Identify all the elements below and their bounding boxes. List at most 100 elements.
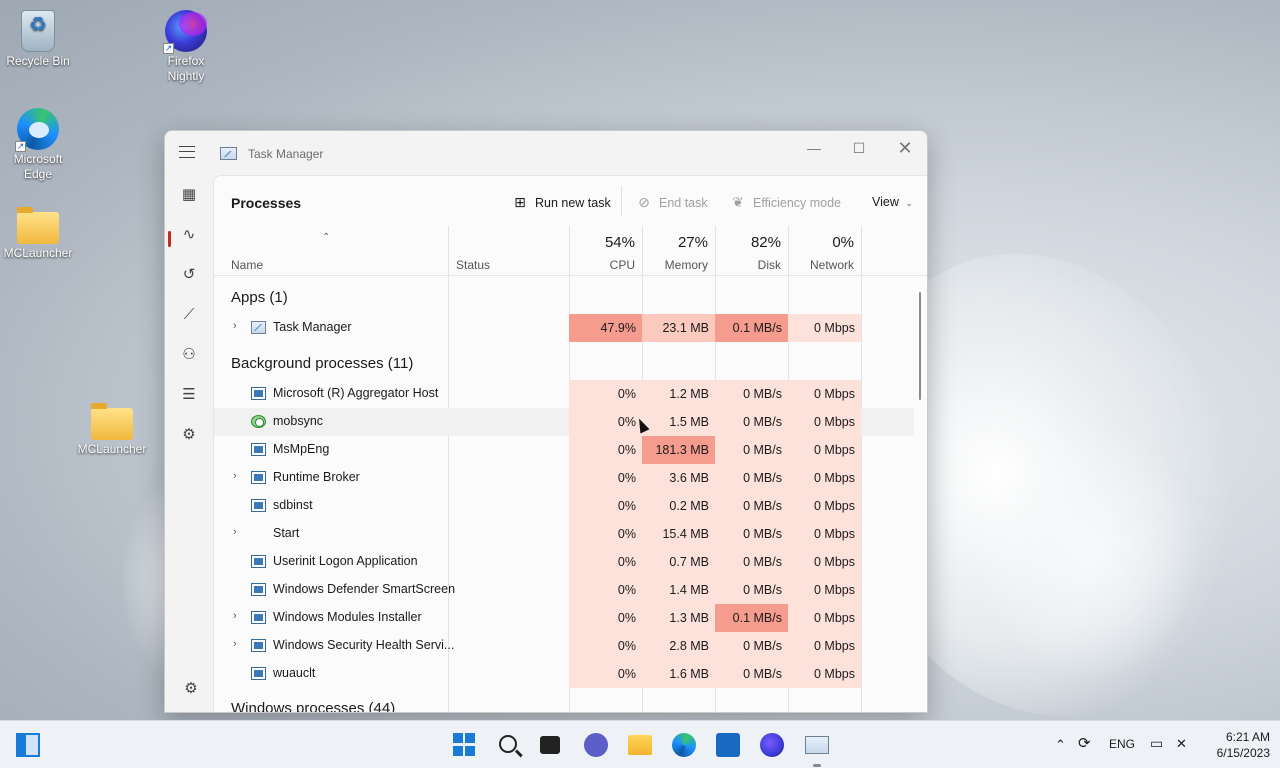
minimize-button[interactable]: — bbox=[792, 135, 836, 165]
shortcut-arrow-icon: ↗ bbox=[15, 141, 26, 152]
process-icon bbox=[251, 555, 266, 568]
start-button-icon[interactable] bbox=[453, 733, 477, 757]
memory-cell: 1.4 MB bbox=[642, 576, 715, 604]
process-row[interactable]: sdbinst 0% 0.2 MB 0 MB/s 0 Mbps bbox=[214, 492, 914, 520]
close-button[interactable]: ✕ bbox=[883, 135, 927, 165]
process-row[interactable]: mobsync 0% 1.5 MB 0 MB/s 0 Mbps bbox=[214, 408, 914, 436]
disk-cell: 0 MB/s bbox=[715, 660, 788, 688]
process-row[interactable]: wuauclt 0% 1.6 MB 0 MB/s 0 Mbps bbox=[214, 660, 914, 688]
run-new-task-button[interactable]: ⊞ Run new task bbox=[511, 193, 611, 213]
task-view-icon[interactable] bbox=[540, 736, 560, 754]
clock[interactable]: 6:21 AM 6/15/2023 bbox=[1190, 729, 1270, 761]
disk-cell: 0 MB/s bbox=[715, 464, 788, 492]
memory-cell: 0.7 MB bbox=[642, 548, 715, 576]
maximize-button[interactable]: ☐ bbox=[837, 135, 881, 165]
network-cell: 0 Mbps bbox=[788, 464, 861, 492]
vertical-scrollbar[interactable] bbox=[919, 292, 921, 400]
column-cpu[interactable]: CPU bbox=[569, 258, 635, 272]
column-name[interactable]: Name bbox=[231, 258, 263, 272]
memory-cell: 3.6 MB bbox=[642, 464, 715, 492]
process-icon bbox=[251, 499, 266, 512]
end-task-button[interactable]: ⊘ End task bbox=[635, 193, 708, 213]
network-cell: 0 Mbps bbox=[788, 520, 861, 548]
process-row[interactable]: › Start 0% 15.4 MB 0 MB/s 0 Mbps bbox=[214, 520, 914, 548]
nav-performance-icon[interactable]: ∿ bbox=[177, 223, 201, 247]
view-dropdown[interactable]: View ⌄ bbox=[872, 193, 913, 213]
process-icon bbox=[251, 583, 266, 596]
language-indicator[interactable]: ENG bbox=[1109, 737, 1135, 751]
cpu-cell: 0% bbox=[569, 408, 642, 436]
sync-icon[interactable]: ⟳ bbox=[1078, 734, 1091, 752]
memory-cell: 181.3 MB bbox=[642, 436, 715, 464]
task-manager-window: Task Manager — ☐ ✕ ▦ ∿ ↺ ⟋ ⚇ ☰ ⚙ ⚙ Proce… bbox=[164, 130, 928, 713]
store-icon[interactable] bbox=[716, 733, 740, 757]
file-explorer-icon[interactable] bbox=[628, 735, 652, 755]
expand-chevron-icon[interactable]: › bbox=[233, 610, 237, 622]
firefox-nightly-icon: ↗ bbox=[163, 10, 207, 54]
chevron-down-icon: ⌄ bbox=[905, 198, 913, 208]
end-task-icon: ⊘ bbox=[638, 194, 650, 210]
settings-gear-icon[interactable]: ⚙ bbox=[179, 677, 203, 701]
cpu-cell: 0% bbox=[569, 380, 642, 408]
process-row[interactable]: Microsoft (R) Aggregator Host 0% 1.2 MB … bbox=[214, 380, 914, 408]
column-memory[interactable]: Memory bbox=[642, 258, 708, 272]
process-row[interactable]: MsMpEng 0% 181.3 MB 0 MB/s 0 Mbps bbox=[214, 436, 914, 464]
group-header-windows[interactable]: Windows processes (44) bbox=[231, 700, 395, 712]
nav-processes-icon[interactable]: ▦ bbox=[177, 183, 201, 207]
edge-icon: ↗ bbox=[15, 108, 59, 152]
desktop-icon-firefox-nightly[interactable]: ↗ Firefox Nightly bbox=[148, 10, 224, 84]
expand-chevron-icon[interactable]: › bbox=[233, 526, 237, 538]
process-row[interactable]: Userinit Logon Application 0% 0.7 MB 0 M… bbox=[214, 548, 914, 576]
task-manager-app-icon bbox=[220, 147, 237, 160]
desktop-icon-label: Firefox Nightly bbox=[167, 54, 205, 83]
network-cell: 0 Mbps bbox=[788, 314, 861, 342]
expand-chevron-icon[interactable]: › bbox=[233, 638, 237, 650]
add-task-icon: ⊞ bbox=[514, 194, 526, 210]
title-bar[interactable]: Task Manager — ☐ ✕ bbox=[165, 131, 927, 175]
task-manager-taskbar-icon[interactable] bbox=[805, 736, 829, 754]
nav-services-icon[interactable]: ⚙ bbox=[177, 423, 201, 447]
nav-details-icon[interactable]: ☰ bbox=[177, 383, 201, 407]
column-header: ⌃ Name Status 54% CPU 27% Memory 82% Dis… bbox=[214, 226, 927, 276]
column-status[interactable]: Status bbox=[456, 258, 490, 272]
network-icon[interactable]: ▭ bbox=[1150, 735, 1163, 752]
cpu-cell: 47.9% bbox=[569, 314, 642, 342]
desktop-icon-microsoft-edge[interactable]: ↗ Microsoft Edge bbox=[0, 108, 76, 182]
efficiency-mode-button[interactable]: ❦ Efficiency mode bbox=[729, 193, 841, 213]
process-row[interactable]: › Task Manager 47.9% 23.1 MB 0.1 MB/s 0 … bbox=[214, 314, 914, 342]
column-network[interactable]: Network bbox=[788, 258, 854, 272]
clock-date: 6/15/2023 bbox=[1216, 746, 1270, 760]
hamburger-menu-icon[interactable] bbox=[179, 146, 195, 158]
processes-page: Processes ⊞ Run new task ⊘ End task ❦ Effic… bbox=[213, 175, 927, 712]
group-header-apps[interactable]: Apps (1) bbox=[231, 289, 288, 306]
desktop-icon-mclauncher[interactable]: MCLauncher bbox=[0, 206, 76, 261]
process-row[interactable]: › Windows Security Health Servi... 0% 2.… bbox=[214, 632, 914, 660]
process-row[interactable]: Windows Defender SmartScreen 0% 1.4 MB 0… bbox=[214, 576, 914, 604]
widgets-icon[interactable] bbox=[16, 733, 40, 757]
chat-icon[interactable] bbox=[584, 733, 608, 757]
process-row[interactable]: › Windows Modules Installer 0% 1.3 MB 0.… bbox=[214, 604, 914, 632]
nav-app-history-icon[interactable]: ↺ bbox=[177, 263, 201, 287]
desktop-icon-mclauncher-2[interactable]: MCLauncher bbox=[74, 402, 150, 457]
disk-cell: 0 MB/s bbox=[715, 492, 788, 520]
disk-cell: 0 MB/s bbox=[715, 520, 788, 548]
disk-percent: 82% bbox=[750, 234, 781, 251]
expand-chevron-icon[interactable]: › bbox=[233, 320, 237, 332]
chevron-up-icon[interactable]: ⌃ bbox=[1055, 737, 1066, 753]
cpu-cell: 0% bbox=[569, 464, 642, 492]
memory-cell: 0.2 MB bbox=[642, 492, 715, 520]
column-disk[interactable]: Disk bbox=[715, 258, 781, 272]
volume-muted-icon[interactable]: ✕ bbox=[1176, 736, 1187, 752]
nav-startup-apps-icon[interactable]: ⟋ bbox=[177, 303, 201, 327]
firefox-taskbar-icon[interactable] bbox=[760, 733, 784, 757]
process-row[interactable]: › Runtime Broker 0% 3.6 MB 0 MB/s 0 Mbps bbox=[214, 464, 914, 492]
nav-sidebar: ▦ ∿ ↺ ⟋ ⚇ ☰ ⚙ ⚙ bbox=[165, 175, 213, 712]
nav-users-icon[interactable]: ⚇ bbox=[177, 343, 201, 367]
edge-taskbar-icon[interactable] bbox=[672, 733, 696, 757]
search-icon[interactable] bbox=[499, 735, 517, 753]
process-icon bbox=[251, 387, 266, 400]
group-header-background[interactable]: Background processes (11) bbox=[231, 355, 413, 372]
expand-chevron-icon[interactable]: › bbox=[233, 470, 237, 482]
efficiency-mode-label: Efficiency mode bbox=[753, 196, 842, 210]
desktop-icon-recycle-bin[interactable]: Recycle Bin bbox=[0, 10, 76, 69]
